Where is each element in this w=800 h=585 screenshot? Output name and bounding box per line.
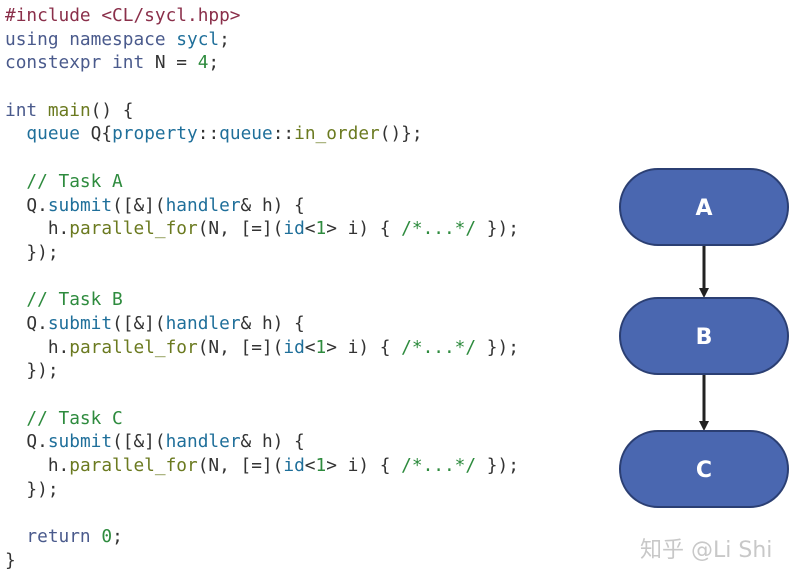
node-label: B [696,325,713,350]
watermark: 知乎 @Li Shi [640,538,773,563]
node-task-b: B [619,297,789,375]
task-graph: A B C [619,168,789,508]
node-task-a: A [619,168,789,246]
node-label: A [695,196,712,221]
node-task-c: C [619,430,789,508]
node-label: C [696,458,712,483]
